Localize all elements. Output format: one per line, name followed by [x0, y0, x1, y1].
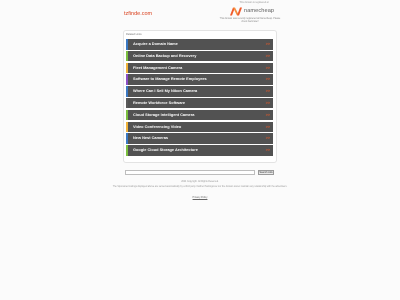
namecheap-n-icon: [230, 7, 242, 15]
related-links-list: Acquire a Domain Name >> Online Data Back…: [126, 39, 273, 157]
privacy-policy-link[interactable]: Privacy Policy: [170, 196, 230, 199]
search-input[interactable]: [125, 170, 255, 175]
related-link-label: Acquire a Domain Name: [133, 41, 178, 46]
related-link[interactable]: Remote Workforce Software >>: [126, 97, 273, 109]
namecheap-brand-name: namecheap: [244, 8, 275, 14]
related-link[interactable]: Where Can I Sell My Nikon Camera >>: [126, 86, 273, 97]
related-link-label: New Nest Cameras: [133, 135, 169, 141]
arrow-right-icon: >>: [265, 53, 270, 58]
related-link[interactable]: Video Conferencing Video >>: [126, 121, 273, 133]
arrow-right-icon: >>: [265, 136, 270, 141]
arrow-right-icon: >>: [265, 42, 270, 46]
related-links-label: Related Links: [126, 33, 142, 36]
arrow-right-icon: >>: [265, 148, 270, 153]
parked-domain-page: tzfinde.com This domain is registered at…: [0, 0, 400, 300]
related-link[interactable]: Acquire a Domain Name >>: [126, 39, 273, 50]
related-link[interactable]: Online Data Backup and Recovery >>: [126, 50, 273, 62]
related-link[interactable]: Software to Manage Remote Employees >>: [126, 74, 273, 85]
arrow-right-icon: >>: [265, 124, 270, 129]
disclaimer-text: The Sponsored Listings displayed above a…: [112, 186, 288, 188]
related-link[interactable]: Fleet Management Camera >>: [126, 62, 273, 74]
arrow-right-icon: >>: [265, 65, 270, 70]
related-link[interactable]: Google Cloud Storage Architecture >>: [126, 145, 273, 156]
related-link-label: Cloud Storage Intelligent Camera: [133, 111, 195, 117]
arrow-right-icon: >>: [265, 112, 270, 117]
related-link-label: Google Cloud Storage Architecture: [133, 147, 198, 153]
arrow-right-icon: >>: [265, 77, 270, 82]
namecheap-logo[interactable]: namecheap: [230, 6, 274, 16]
arrow-right-icon: >>: [265, 89, 270, 94]
related-link-label: Video Conferencing Video: [133, 123, 182, 129]
search-ads-button[interactable]: Search Ads: [258, 170, 274, 175]
copyright-text: 2024 Copyright. All Rights Reserved.: [181, 181, 219, 183]
related-link[interactable]: New Nest Cameras >>: [126, 133, 273, 144]
related-link[interactable]: Cloud Storage Intelligent Camera >>: [126, 109, 273, 121]
site-domain-title[interactable]: tzfinde.com: [124, 11, 152, 17]
related-link-label: Software to Manage Remote Employees: [133, 76, 207, 82]
arrow-right-icon: >>: [265, 100, 270, 105]
registrar-tagline: This domain is registered at: [239, 1, 269, 4]
related-link-label: Fleet Management Camera: [133, 64, 183, 70]
related-link-label: Remote Workforce Software: [133, 99, 186, 105]
related-link-label: Where Can I Sell My Nikon Camera: [133, 88, 198, 94]
registrar-description: This domain was recently registered at N…: [219, 18, 281, 23]
related-link-label: Online Data Backup and Recovery: [133, 52, 197, 58]
